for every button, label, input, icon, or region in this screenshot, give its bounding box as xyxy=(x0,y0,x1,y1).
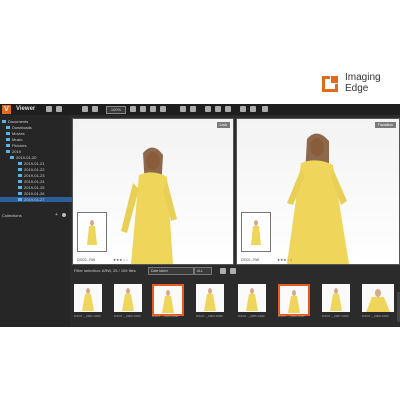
folder-icon xyxy=(18,180,22,184)
folder-icon xyxy=(18,174,22,178)
collections-label: Collections xyxy=(2,213,22,218)
thumbnail-item[interactable] xyxy=(238,284,266,312)
thumbnail-item[interactable] xyxy=(362,284,394,312)
thumbnail-item[interactable] xyxy=(114,284,142,312)
zoom-in-icon[interactable] xyxy=(92,106,98,112)
left-rating[interactable]: ★★★☆☆ xyxy=(113,258,129,262)
adjust-icon[interactable] xyxy=(205,106,211,112)
thumbnail-item[interactable] xyxy=(322,284,350,312)
zoom-select[interactable]: 100% xyxy=(106,106,126,114)
thumbnail-name: DSC0..._0003.ARW xyxy=(152,314,179,318)
navigator-thumbnail[interactable] xyxy=(77,212,107,252)
edit-icon[interactable] xyxy=(262,106,268,112)
transition-badge[interactable]: Transition xyxy=(374,122,396,128)
folder-icon xyxy=(18,192,22,196)
tree-item[interactable]: 2019-01-21 xyxy=(18,161,44,166)
filter-selection-text: Filter selection: ARW, 25 / 106 files xyxy=(74,268,136,273)
toolbar: V Viewer 100% xyxy=(0,104,400,115)
thumbnail-name: DSC0..._0005.ARW xyxy=(238,314,265,318)
tree-item[interactable]: Pictures xyxy=(6,143,26,148)
histogram-icon[interactable] xyxy=(190,106,196,112)
loupe-icon[interactable] xyxy=(140,106,146,112)
thumbnail-name: DSC0..._0008.ARW xyxy=(362,314,389,318)
info-icon[interactable] xyxy=(180,106,186,112)
thumbnail-name: DSC0..._0002.ARW xyxy=(114,314,141,318)
app-title: Viewer xyxy=(16,106,36,112)
right-file-name: DSC0...RW xyxy=(241,258,260,262)
right-preview-pane[interactable]: Transition DSC0...RW ★★★☆☆ xyxy=(236,118,400,265)
thumbnail-name: DSC0..._0004.ARW xyxy=(196,314,223,318)
folder-icon xyxy=(6,138,10,142)
add-collection-icon[interactable]: + xyxy=(55,212,58,218)
tree-item[interactable]: 2019 xyxy=(6,149,21,154)
tree-item[interactable]: Movies xyxy=(6,131,25,136)
tree-item[interactable]: Music xyxy=(6,137,22,142)
thumbnail-item-selected[interactable] xyxy=(152,284,184,316)
refresh-icon[interactable] xyxy=(230,268,236,274)
folder-icon xyxy=(2,120,6,124)
thumbnail-item[interactable] xyxy=(196,284,224,312)
brand-name: Imaging Edge xyxy=(345,72,381,94)
thumbnail-name: DSC0..._0007.ARW xyxy=(322,314,349,318)
layout-compare-icon[interactable] xyxy=(56,106,62,112)
folder-sidebar: Documents Downloads Movies Music Picture… xyxy=(0,115,88,327)
collection-settings-icon[interactable] xyxy=(62,213,66,217)
folder-icon xyxy=(18,186,22,190)
tree-item[interactable]: Documents xyxy=(2,119,28,124)
navigator-thumbnail[interactable] xyxy=(241,212,271,252)
filmstrip-icon[interactable] xyxy=(160,106,166,112)
brand-line1: Imaging xyxy=(345,72,381,83)
grid-icon[interactable] xyxy=(150,106,156,112)
delete-icon[interactable] xyxy=(215,106,221,112)
rotate-left-icon[interactable] xyxy=(82,106,88,112)
tree-item[interactable]: 2019-01-22 xyxy=(18,167,44,172)
thumbnail-strip: DSC0..._0001.ARW DSC0..._0002.ARW DSC0..… xyxy=(70,278,400,327)
tree-item[interactable]: 2019-01-20 xyxy=(10,155,36,160)
viewer-window: V Viewer 100% Documents Downloads Movies… xyxy=(0,104,400,327)
lock-badge[interactable]: Lock xyxy=(216,122,230,128)
folder-icon xyxy=(6,144,10,148)
imaging-edge-brand: Imaging Edge xyxy=(320,72,398,102)
folder-icon xyxy=(6,150,10,154)
left-preview-pane[interactable]: Lock DSC0...RW ★★★☆☆ xyxy=(72,118,234,265)
filter-icon[interactable] xyxy=(220,268,226,274)
left-file-name: DSC0...RW xyxy=(77,258,96,262)
folder-icon xyxy=(18,198,22,202)
dropdown-icon[interactable] xyxy=(250,106,256,112)
thumbnail-name: DSC0..._0001.ARW xyxy=(74,314,101,318)
folder-icon xyxy=(6,132,10,136)
folder-icon xyxy=(10,156,14,160)
sort-select[interactable]: Date taken xyxy=(148,267,194,275)
brand-line2: Edge xyxy=(345,83,369,94)
app-logo-icon: V xyxy=(2,105,11,114)
tree-item[interactable]: 2019-01-23 xyxy=(18,173,44,178)
filter-bar: Filter selection: ARW, 25 / 106 files Da… xyxy=(70,266,400,276)
folder-icon xyxy=(6,126,10,130)
layout-single-icon[interactable] xyxy=(46,106,52,112)
thumbnail-name: DSC0..._0006.ARW xyxy=(278,314,305,318)
folder-icon xyxy=(18,162,22,166)
tree-item[interactable]: 2019-01-26 xyxy=(18,191,44,196)
rating-filter-select[interactable]: ALL xyxy=(194,267,212,275)
tree-item[interactable]: 2019-01-24 xyxy=(18,179,44,184)
display-icon[interactable] xyxy=(240,106,246,112)
folder-icon xyxy=(18,168,22,172)
fit-icon[interactable] xyxy=(130,106,136,112)
export-icon[interactable] xyxy=(225,106,231,112)
thumbnail-item[interactable] xyxy=(74,284,102,312)
tree-item[interactable]: Downloads xyxy=(6,125,32,130)
imaging-edge-logo-icon xyxy=(320,74,340,94)
tree-item[interactable]: 2019-01-25 xyxy=(18,185,44,190)
thumbnail-item-selected[interactable] xyxy=(278,284,310,316)
right-rating[interactable]: ★★★☆☆ xyxy=(277,258,293,262)
